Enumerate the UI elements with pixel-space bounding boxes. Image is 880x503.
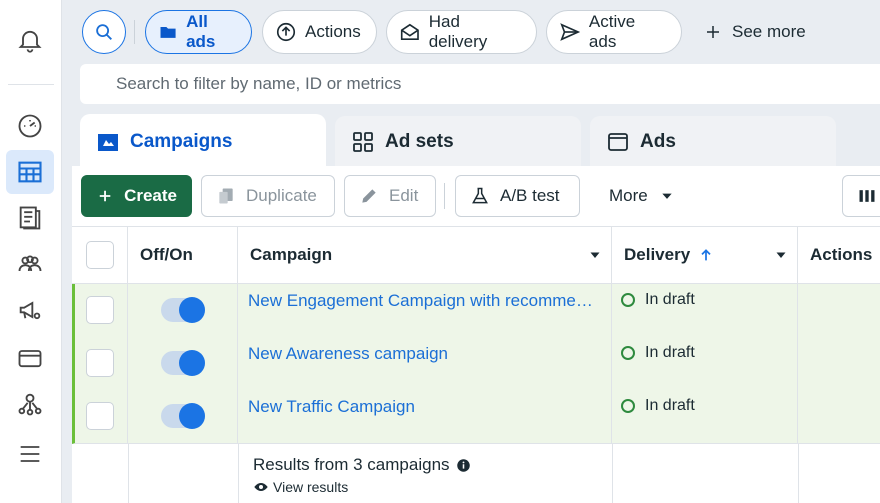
ab-test-button[interactable]: A/B test xyxy=(455,175,580,217)
column-divider xyxy=(128,444,129,503)
row-checkbox[interactable] xyxy=(86,402,114,430)
info-icon[interactable] xyxy=(456,458,471,473)
send-icon xyxy=(560,23,581,41)
tab-ads[interactable]: Ads xyxy=(590,116,836,168)
duplicate-icon xyxy=(219,188,233,204)
column-header-delivery[interactable]: Delivery xyxy=(612,227,798,283)
envelope-open-icon xyxy=(400,23,419,41)
filter-actions-button[interactable]: Actions xyxy=(262,10,377,54)
columns-icon xyxy=(859,190,875,202)
billing-card-icon[interactable] xyxy=(6,336,54,380)
pages-document-icon[interactable] xyxy=(6,196,54,240)
filter-active-ads-button[interactable]: Active ads xyxy=(546,10,682,54)
sort-ascending-arrow-icon[interactable] xyxy=(698,247,714,263)
results-summary-row xyxy=(72,444,880,503)
draft-status-icon xyxy=(621,399,635,413)
table-header: Off/On Campaign Delivery Actions xyxy=(72,226,880,284)
delivery-status: In draft xyxy=(621,397,695,415)
arrow-up-circle-icon xyxy=(276,22,296,42)
campaign-folder-icon xyxy=(98,134,118,151)
dashboard-gauge-icon[interactable] xyxy=(6,104,54,148)
columns-button[interactable] xyxy=(842,175,880,217)
pencil-icon xyxy=(362,189,376,203)
column-divider xyxy=(612,444,613,503)
ads-manager-table-icon[interactable] xyxy=(6,150,54,194)
tab-campaigns[interactable]: Campaigns xyxy=(80,114,326,170)
results-count: Results from 3 campaigns xyxy=(253,455,471,475)
notifications-bell-icon[interactable] xyxy=(6,18,54,62)
folder-icon xyxy=(160,26,176,38)
filter-all-ads-button[interactable]: All ads xyxy=(145,10,252,54)
plus-icon xyxy=(707,26,719,38)
plus-icon xyxy=(99,190,111,202)
window-icon xyxy=(608,133,628,151)
campaign-on-off-toggle[interactable] xyxy=(161,350,205,376)
left-nav-rail xyxy=(0,0,62,503)
advertising-megaphone-icon[interactable] xyxy=(6,288,54,332)
campaign-on-off-toggle[interactable] xyxy=(161,403,205,429)
row-checkbox[interactable] xyxy=(86,349,114,377)
caret-down-icon xyxy=(662,193,672,199)
menu-hamburger-icon[interactable] xyxy=(6,432,54,476)
toolbar-separator xyxy=(444,183,445,209)
filter-bar-separator xyxy=(134,20,135,44)
see-more-button[interactable]: See more xyxy=(704,10,806,54)
column-header-actions[interactable]: Actions xyxy=(798,227,880,283)
column-header-campaign[interactable]: Campaign xyxy=(238,227,612,283)
column-header-off-on[interactable]: Off/On xyxy=(128,227,238,283)
search-filter-input[interactable]: Search to filter by name, ID or metrics xyxy=(80,64,880,104)
delivery-status: In draft xyxy=(621,291,695,309)
more-dropdown-button[interactable]: More xyxy=(594,175,690,217)
rail-divider xyxy=(8,84,54,85)
toggle-knob xyxy=(179,403,205,429)
draft-status-icon xyxy=(621,346,635,360)
campaign-name-link[interactable]: New Engagement Campaign with recommen... xyxy=(248,291,598,311)
toggle-knob xyxy=(179,297,205,323)
campaign-on-off-toggle[interactable] xyxy=(161,297,205,323)
view-results-link[interactable]: View results xyxy=(253,479,348,495)
campaign-name-link[interactable]: New Traffic Campaign xyxy=(248,397,415,417)
toggle-knob xyxy=(179,350,205,376)
grid-icon xyxy=(353,132,373,152)
row-checkbox[interactable] xyxy=(86,296,114,324)
search-icon xyxy=(96,24,112,40)
eye-icon xyxy=(254,483,268,491)
edit-button[interactable]: Edit xyxy=(344,175,436,217)
column-divider xyxy=(798,444,799,503)
draft-status-icon xyxy=(621,293,635,307)
duplicate-button[interactable]: Duplicate xyxy=(201,175,335,217)
flask-icon xyxy=(472,187,488,204)
caret-down-icon[interactable] xyxy=(589,249,601,261)
caret-down-icon[interactable] xyxy=(775,249,787,261)
delivery-status: In draft xyxy=(621,344,695,362)
campaign-name-link[interactable]: New Awareness campaign xyxy=(248,344,448,364)
create-button[interactable]: Create xyxy=(81,175,192,217)
audiences-people-icon[interactable] xyxy=(6,242,54,286)
header-select-cell xyxy=(72,227,128,283)
select-all-checkbox[interactable] xyxy=(86,241,114,269)
search-toggle-button[interactable] xyxy=(82,10,126,54)
column-divider xyxy=(238,444,239,503)
filter-had-delivery-button[interactable]: Had delivery xyxy=(386,10,537,54)
business-network-icon[interactable] xyxy=(6,382,54,426)
tab-ad-sets[interactable]: Ad sets xyxy=(335,116,581,168)
